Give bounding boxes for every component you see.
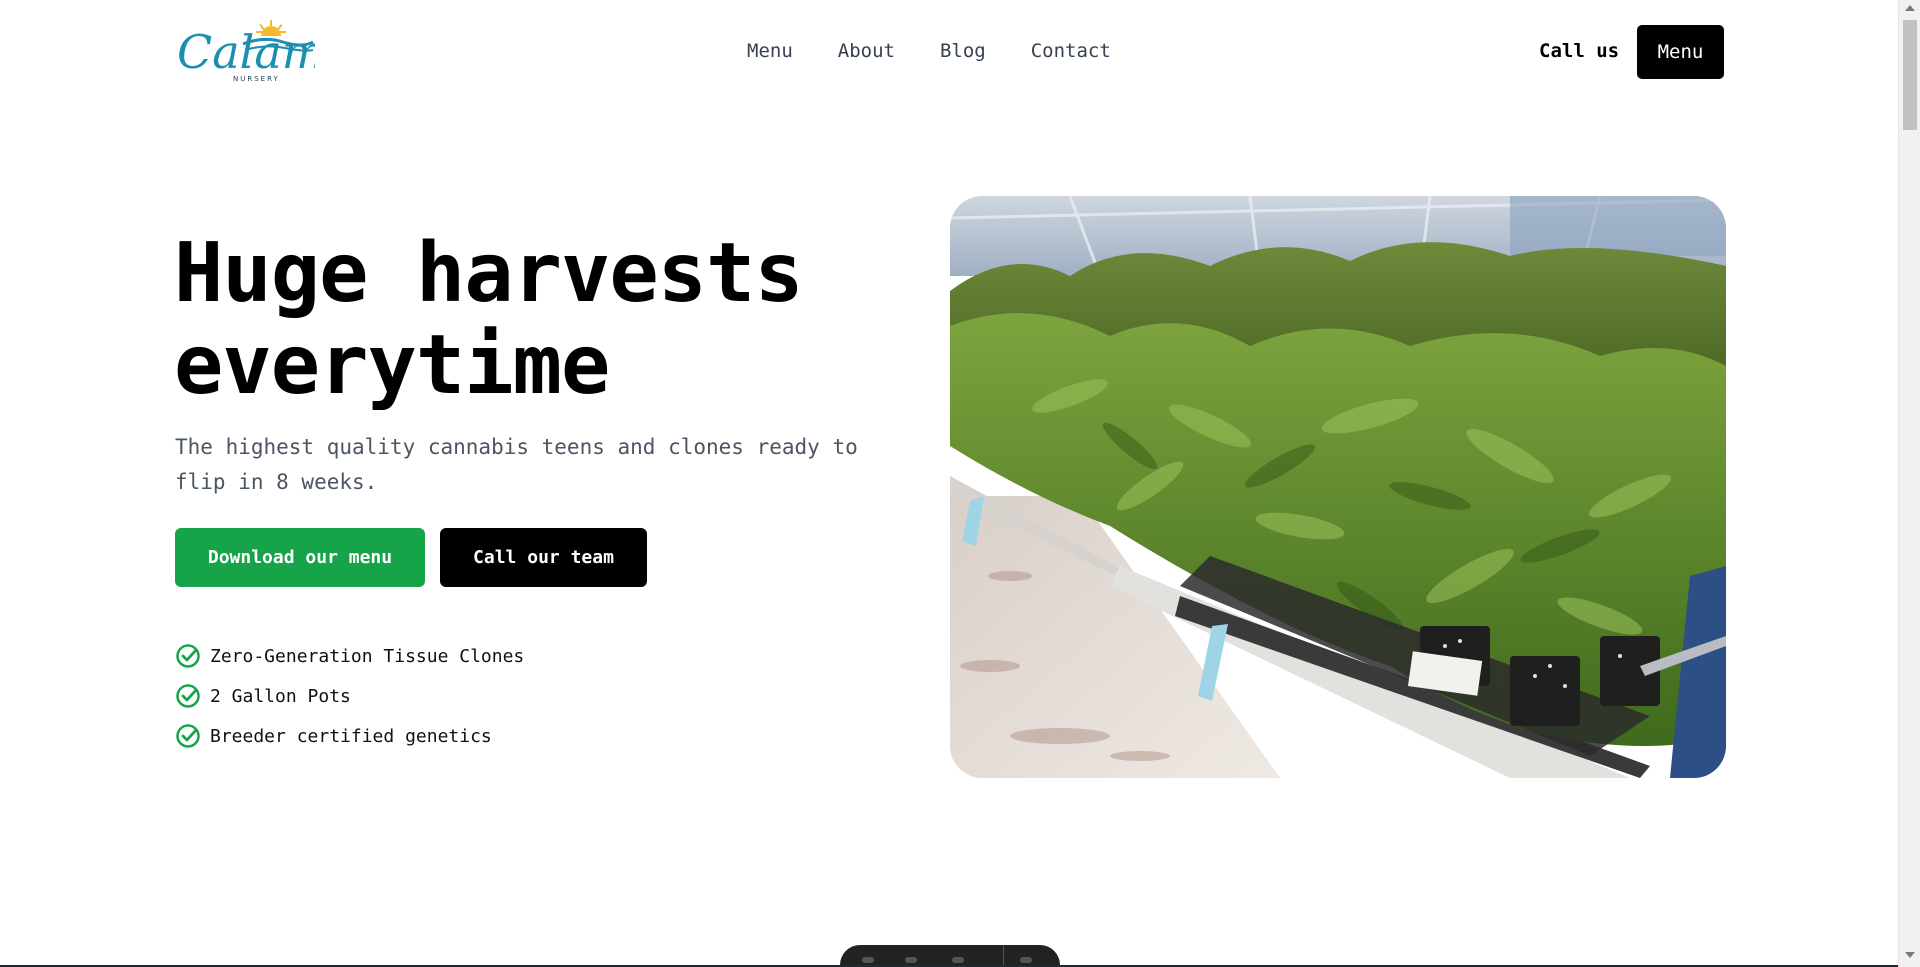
toolbar-icon[interactable] xyxy=(905,957,917,963)
call-team-button[interactable]: Call our team xyxy=(440,528,647,587)
feature-label: 2 Gallon Pots xyxy=(210,685,351,707)
page-scrollbar[interactable] xyxy=(1898,0,1920,967)
toolbar-icon[interactable] xyxy=(1020,957,1032,963)
svg-text:Calamus: Calamus xyxy=(177,25,315,79)
feature-list: Zero-Generation Tissue Clones 2 Gallon P… xyxy=(175,636,524,756)
feature-label: Zero-Generation Tissue Clones xyxy=(210,645,525,667)
scroll-down-arrow-icon[interactable] xyxy=(1905,952,1915,958)
main-nav: Menu About Blog Contact xyxy=(747,40,1111,62)
svg-text:NURSERY: NURSERY xyxy=(233,75,280,83)
greenhouse-plants-photo-icon xyxy=(950,196,1726,778)
check-circle-icon xyxy=(175,723,201,749)
call-us-link[interactable]: Call us xyxy=(1539,40,1619,62)
toolbar-divider xyxy=(1003,945,1004,967)
toolbar-icon[interactable] xyxy=(952,957,964,963)
hero-title: Huge harvests everytime xyxy=(174,228,814,412)
hero-subtitle: The highest quality cannabis teens and c… xyxy=(175,435,858,494)
scroll-up-arrow-icon[interactable] xyxy=(1905,5,1915,11)
logo-mark-icon: Calamus NURSERY xyxy=(177,20,379,83)
check-circle-icon xyxy=(175,683,201,709)
nav-item-menu[interactable]: Menu xyxy=(747,40,793,62)
floating-toolbar[interactable] xyxy=(840,945,1060,967)
nav-item-about[interactable]: About xyxy=(838,40,895,62)
feature-item: 2 Gallon Pots xyxy=(175,676,524,716)
page: Calamus NURSERY Menu About Blog Contact … xyxy=(0,0,1898,967)
hero-title-line-1: Huge harvests xyxy=(174,226,804,321)
feature-label: Breeder certified genetics xyxy=(210,725,492,747)
toolbar-icon[interactable] xyxy=(862,957,874,963)
feature-item: Breeder certified genetics xyxy=(175,716,524,756)
nav-item-blog[interactable]: Blog xyxy=(940,40,986,62)
scrollbar-thumb[interactable] xyxy=(1903,20,1917,130)
menu-button[interactable]: Menu xyxy=(1637,25,1724,79)
calamus-logo[interactable]: Calamus NURSERY xyxy=(175,18,379,84)
download-menu-button[interactable]: Download our menu xyxy=(175,528,425,587)
hero-image xyxy=(950,196,1726,778)
check-circle-icon xyxy=(175,643,201,669)
hero-title-line-2: everytime xyxy=(174,318,610,413)
nav-item-contact[interactable]: Contact xyxy=(1031,40,1111,62)
site-header: Calamus NURSERY Menu About Blog Contact … xyxy=(175,18,1725,86)
feature-item: Zero-Generation Tissue Clones xyxy=(175,636,524,676)
